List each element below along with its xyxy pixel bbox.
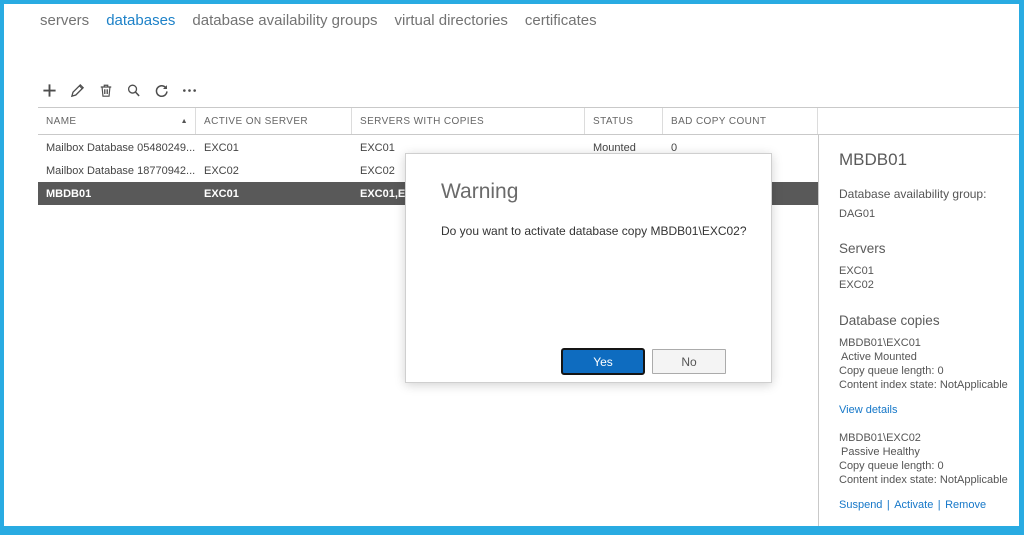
cell-active-on-server: EXC01 bbox=[196, 182, 352, 205]
database-copies-heading: Database copies bbox=[839, 313, 1009, 328]
column-header-bad-copy-count[interactable]: BAD COPY COUNT bbox=[663, 108, 818, 134]
no-button[interactable]: No bbox=[652, 349, 726, 374]
details-title: MBDB01 bbox=[839, 150, 1009, 170]
warning-dialog: Warning Do you want to activate database… bbox=[405, 153, 772, 383]
more-icon[interactable] bbox=[181, 82, 198, 99]
toolbar bbox=[41, 80, 198, 100]
cell-name: MBDB01 bbox=[38, 182, 196, 205]
content-index-state: Content index state: NotApplicable bbox=[839, 473, 1009, 487]
link-separator: | bbox=[938, 499, 941, 511]
delete-icon[interactable] bbox=[97, 82, 114, 99]
dialog-title: Warning bbox=[441, 180, 518, 204]
cell-active-on-server: EXC01 bbox=[196, 136, 352, 159]
app-window: servers databases database availability … bbox=[0, 0, 1024, 535]
add-icon[interactable] bbox=[41, 82, 58, 99]
tab-certificates[interactable]: certificates bbox=[525, 12, 597, 29]
sort-asc-icon: ▲ bbox=[181, 118, 188, 125]
copy-state: Passive Healthy bbox=[839, 445, 1009, 459]
column-header-active-on-server[interactable]: ACTIVE ON SERVER bbox=[196, 108, 352, 134]
edit-icon[interactable] bbox=[69, 82, 86, 99]
server-item: EXC01 bbox=[839, 264, 1009, 278]
refresh-icon[interactable] bbox=[153, 82, 170, 99]
content-index-state: Content index state: NotApplicable bbox=[839, 378, 1009, 392]
copy-name: MBDB01\EXC02 bbox=[839, 431, 1009, 445]
copy-queue-length: Copy queue length: 0 bbox=[839, 364, 1009, 378]
column-label: BAD COPY COUNT bbox=[671, 116, 766, 127]
remove-link[interactable]: Remove bbox=[945, 499, 986, 511]
copy-block-exc02: MBDB01\EXC02 Passive Healthy Copy queue … bbox=[839, 431, 1009, 535]
view-details-link[interactable]: View details bbox=[839, 404, 898, 416]
copy-state: Active Mounted bbox=[839, 350, 1009, 364]
column-header-status[interactable]: STATUS bbox=[585, 108, 663, 134]
column-header-name[interactable]: NAME ▲ bbox=[38, 108, 196, 134]
yes-button[interactable]: Yes bbox=[561, 348, 645, 375]
copy-block-exc01: MBDB01\EXC01 Active Mounted Copy queue l… bbox=[839, 336, 1009, 418]
servers-heading: Servers bbox=[839, 241, 1009, 256]
cell-active-on-server: EXC02 bbox=[196, 159, 352, 182]
dag-value: DAG01 bbox=[839, 208, 1009, 220]
link-separator: | bbox=[887, 499, 890, 511]
column-header-servers-with-copies[interactable]: SERVERS WITH COPIES bbox=[352, 108, 585, 134]
dialog-message: Do you want to activate database copy MB… bbox=[441, 224, 751, 238]
column-label: NAME bbox=[46, 116, 77, 127]
top-navigation: servers databases database availability … bbox=[40, 12, 597, 29]
tab-database-availability-groups[interactable]: database availability groups bbox=[192, 12, 377, 29]
tab-virtual-directories[interactable]: virtual directories bbox=[395, 12, 508, 29]
dag-label: Database availability group: bbox=[839, 187, 1009, 201]
view-details-link[interactable]: View details bbox=[839, 525, 898, 535]
tab-servers[interactable]: servers bbox=[40, 12, 89, 29]
column-label: ACTIVE ON SERVER bbox=[204, 116, 308, 127]
search-icon[interactable] bbox=[125, 82, 142, 99]
column-label: STATUS bbox=[593, 116, 633, 127]
server-item: EXC02 bbox=[839, 278, 1009, 292]
suspend-link[interactable]: Suspend bbox=[839, 499, 882, 511]
cell-name: Mailbox Database 05480249... bbox=[38, 136, 196, 159]
cell-name: Mailbox Database 18770942... bbox=[38, 159, 196, 182]
column-label: SERVERS WITH COPIES bbox=[360, 116, 484, 127]
copy-queue-length: Copy queue length: 0 bbox=[839, 459, 1009, 473]
table-header: NAME ▲ ACTIVE ON SERVER SERVERS WITH COP… bbox=[38, 107, 1019, 135]
activate-link[interactable]: Activate bbox=[894, 499, 933, 511]
details-pane: MBDB01 Database availability group: DAG0… bbox=[818, 135, 1019, 526]
copy-name: MBDB01\EXC01 bbox=[839, 336, 1009, 350]
tab-databases[interactable]: databases bbox=[106, 12, 175, 29]
